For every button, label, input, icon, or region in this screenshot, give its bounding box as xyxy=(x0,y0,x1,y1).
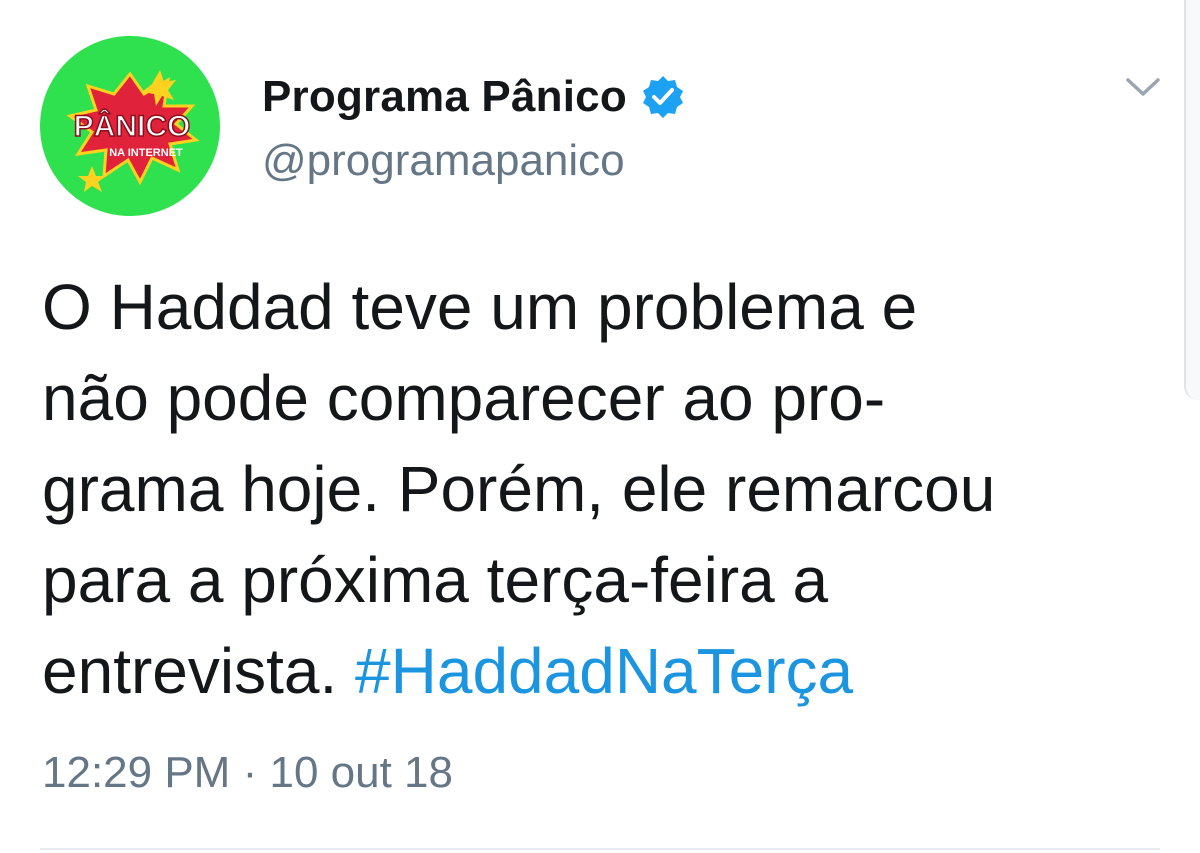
tweet-text-line: para a próxima terça-feira a xyxy=(42,544,829,616)
user-handle[interactable]: @programapanico xyxy=(262,136,625,186)
tweet-time: 12:29 PM xyxy=(42,748,231,797)
tweet-text-line: não pode comparecer ao pro- xyxy=(42,362,886,434)
chevron-down-icon[interactable] xyxy=(1122,66,1164,108)
tweet-text-line: grama hoje. Porém, ele remarcou xyxy=(42,453,996,525)
scrollbar[interactable] xyxy=(1184,0,1200,400)
logo-subtext: NA INTERNET xyxy=(109,147,183,159)
logo-text: PÂNICO xyxy=(74,109,191,143)
tweet-text: O Haddad teve um problema e não pode com… xyxy=(42,262,1152,717)
meta-separator: · xyxy=(242,748,258,797)
tweet-text-last-line: entrevista. #HaddadNaTerça xyxy=(42,626,1152,717)
tweet-text-line: entrevista. xyxy=(42,635,356,707)
hashtag-link[interactable]: #HaddadNaTerça xyxy=(355,635,853,707)
display-name[interactable]: Programa Pânico xyxy=(262,72,627,122)
panico-logo-icon: PÂNICO NA INTERNET xyxy=(40,36,220,216)
tweet-timestamp[interactable]: 12:29 PM · 10 out 18 xyxy=(42,748,453,798)
divider xyxy=(40,848,1160,850)
verified-badge-icon xyxy=(641,75,685,119)
tweet-card: PÂNICO NA INTERNET Programa Pânico @prog… xyxy=(0,0,1200,853)
user-name-row[interactable]: Programa Pânico xyxy=(262,68,685,126)
tweet-text-line: O Haddad teve um problema e xyxy=(42,271,918,343)
tweet-date: 10 out 18 xyxy=(269,748,453,797)
avatar[interactable]: PÂNICO NA INTERNET xyxy=(40,36,220,216)
